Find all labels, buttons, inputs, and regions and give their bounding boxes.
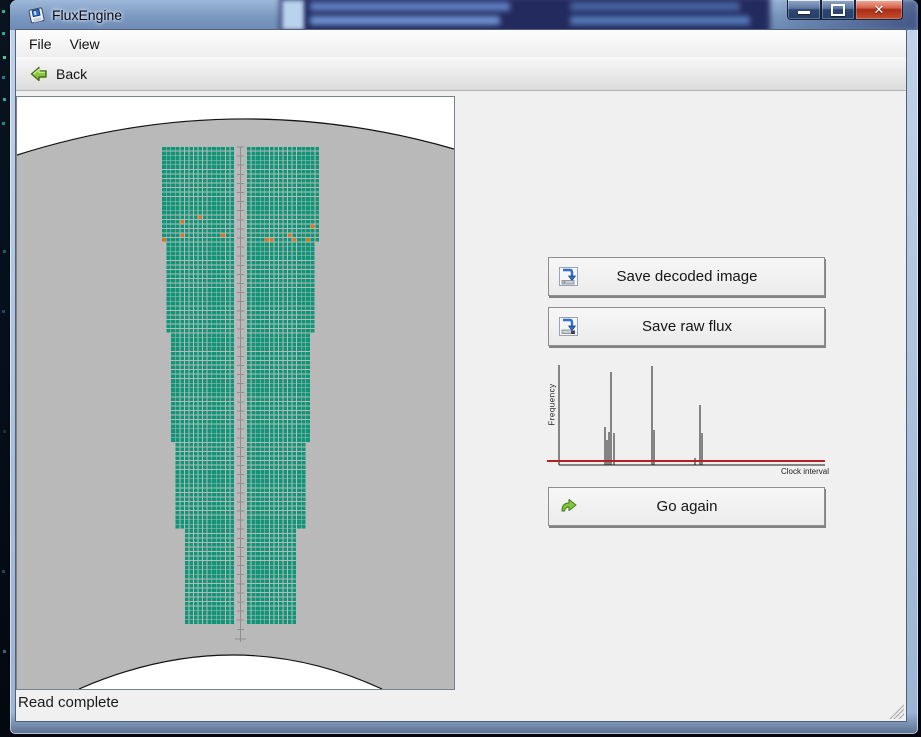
titlebar[interactable]: FluxEngine ✕ (10, 0, 918, 30)
histogram-x-axis-label: Clock interval (781, 467, 829, 476)
save-decoded-image-label: Save decoded image (578, 268, 796, 285)
desktop-background (0, 0, 10, 737)
back-button[interactable]: Back (24, 61, 93, 86)
maximize-button[interactable] (821, 0, 855, 20)
save-raw-flux-label: Save raw flux (578, 318, 796, 335)
fluxengine-window: FluxEngine ✕ File View Back (10, 0, 918, 734)
aero-blur-row (310, 2, 510, 11)
disk-map-panel (16, 96, 455, 690)
toolbar: Back (16, 57, 906, 91)
aero-glass-highlight (282, 0, 304, 30)
menu-file[interactable]: File (20, 30, 61, 57)
close-icon: ✕ (874, 2, 885, 18)
save-arrow-icon (559, 317, 578, 336)
save-raw-flux-button[interactable]: Save raw flux (548, 307, 825, 346)
status-bar-text: Read complete (18, 694, 119, 711)
histogram-y-axis-label: Frequency (548, 365, 557, 445)
aero-blur-row (570, 16, 750, 25)
clock-histogram: Frequency Clock interval (547, 360, 841, 480)
window-title: FluxEngine (52, 7, 122, 23)
minimize-button[interactable] (787, 0, 821, 20)
client-area: File View Back (16, 30, 906, 721)
go-again-label: Go again (578, 498, 796, 515)
menu-bar: File View (16, 30, 906, 57)
histogram-plot (547, 360, 841, 480)
aero-blur-row (570, 2, 740, 11)
desktop-console-pixels (2, 10, 5, 13)
resize-grip[interactable] (889, 704, 904, 719)
redo-arrow-icon (559, 497, 578, 516)
go-again-button[interactable]: Go again (548, 487, 825, 526)
disk-sector-map (17, 97, 454, 689)
aero-blur-row (310, 16, 500, 25)
floppy-disk-icon (28, 7, 45, 24)
menu-view[interactable]: View (61, 30, 109, 57)
caption-buttons: ✕ (787, 0, 903, 20)
save-arrow-icon (559, 267, 578, 286)
minimize-icon (798, 11, 810, 14)
maximize-icon (831, 4, 845, 16)
back-label: Back (56, 66, 87, 82)
back-arrow-icon (30, 65, 48, 83)
save-decoded-image-button[interactable]: Save decoded image (548, 257, 825, 296)
screen: FluxEngine ✕ File View Back (0, 0, 921, 737)
close-button[interactable]: ✕ (855, 0, 903, 20)
